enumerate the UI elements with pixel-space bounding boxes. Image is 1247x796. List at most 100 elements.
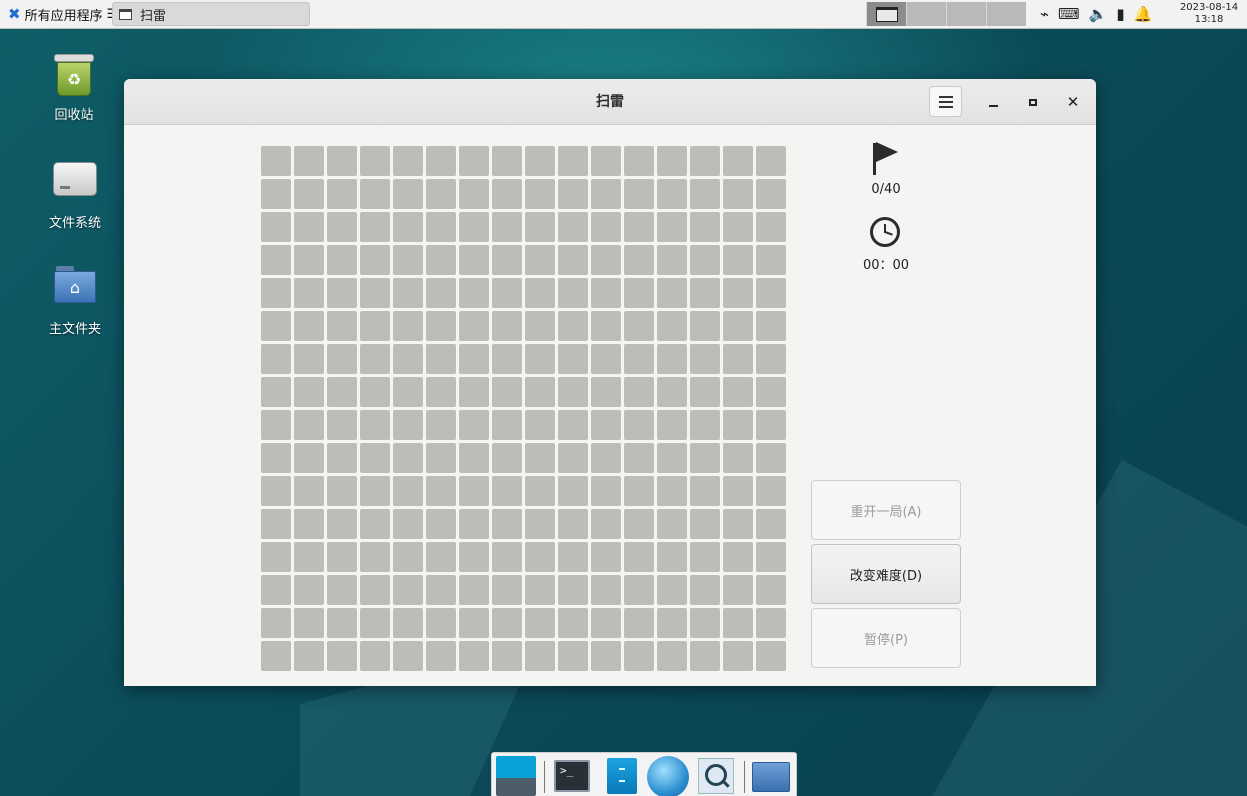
- mine-cell[interactable]: [624, 575, 654, 605]
- mine-cell[interactable]: [393, 608, 423, 638]
- mine-cell[interactable]: [756, 245, 786, 275]
- mine-cell[interactable]: [492, 509, 522, 539]
- mine-cell[interactable]: [294, 377, 324, 407]
- mine-cell[interactable]: [393, 476, 423, 506]
- mine-cell[interactable]: [261, 212, 291, 242]
- mine-cell[interactable]: [723, 410, 753, 440]
- mine-cell[interactable]: [624, 443, 654, 473]
- mine-cell[interactable]: [459, 443, 489, 473]
- mine-cell[interactable]: [360, 509, 390, 539]
- mine-cell[interactable]: [327, 311, 357, 341]
- mine-cell[interactable]: [360, 344, 390, 374]
- mine-cell[interactable]: [756, 641, 786, 671]
- mine-cell[interactable]: [723, 509, 753, 539]
- mine-cell[interactable]: [525, 443, 555, 473]
- mine-cell[interactable]: [492, 212, 522, 242]
- mine-cell[interactable]: [426, 245, 456, 275]
- mine-cell[interactable]: [525, 146, 555, 176]
- mine-cell[interactable]: [657, 641, 687, 671]
- mine-cell[interactable]: [690, 344, 720, 374]
- mine-cell[interactable]: [558, 542, 588, 572]
- mine-cell[interactable]: [492, 146, 522, 176]
- mine-cell[interactable]: [657, 212, 687, 242]
- file-manager-icon[interactable]: [607, 758, 637, 794]
- mine-cell[interactable]: [624, 245, 654, 275]
- maximize-button[interactable]: [1022, 91, 1044, 113]
- mine-cell[interactable]: [294, 245, 324, 275]
- mine-cell[interactable]: [360, 245, 390, 275]
- mine-cell[interactable]: [624, 377, 654, 407]
- mine-cell[interactable]: [723, 542, 753, 572]
- mine-cell[interactable]: [723, 344, 753, 374]
- mine-cell[interactable]: [360, 542, 390, 572]
- mine-cell[interactable]: [756, 575, 786, 605]
- mine-cell[interactable]: [624, 311, 654, 341]
- mine-cell[interactable]: [723, 179, 753, 209]
- applications-menu-button[interactable]: ✖ 所有应用程序 ☰: [4, 3, 122, 25]
- mine-cell[interactable]: [525, 179, 555, 209]
- mine-cell[interactable]: [360, 212, 390, 242]
- mine-cell[interactable]: [756, 344, 786, 374]
- restart-button[interactable]: 重开一局(A): [811, 480, 961, 540]
- mine-cell[interactable]: [657, 311, 687, 341]
- mine-cell[interactable]: [426, 641, 456, 671]
- mine-cell[interactable]: [459, 377, 489, 407]
- mine-cell[interactable]: [294, 542, 324, 572]
- mine-cell[interactable]: [690, 212, 720, 242]
- mine-cell[interactable]: [624, 344, 654, 374]
- mine-cell[interactable]: [360, 377, 390, 407]
- mine-cell[interactable]: [459, 476, 489, 506]
- mine-cell[interactable]: [294, 641, 324, 671]
- desktop-icon-filesystem[interactable]: 文件系统: [30, 158, 120, 231]
- mine-cell[interactable]: [459, 575, 489, 605]
- mine-cell[interactable]: [492, 476, 522, 506]
- volume-icon[interactable]: 🔈: [1089, 3, 1108, 25]
- mine-cell[interactable]: [723, 146, 753, 176]
- mine-cell[interactable]: [294, 311, 324, 341]
- mine-cell[interactable]: [492, 641, 522, 671]
- mine-cell[interactable]: [525, 278, 555, 308]
- mine-cell[interactable]: [393, 344, 423, 374]
- mine-cell[interactable]: [261, 443, 291, 473]
- mine-cell[interactable]: [723, 476, 753, 506]
- mine-cell[interactable]: [327, 245, 357, 275]
- mine-cell[interactable]: [525, 377, 555, 407]
- mine-cell[interactable]: [426, 146, 456, 176]
- mine-cell[interactable]: [327, 410, 357, 440]
- mine-cell[interactable]: [558, 344, 588, 374]
- mine-cell[interactable]: [393, 245, 423, 275]
- mine-cell[interactable]: [492, 245, 522, 275]
- mine-cell[interactable]: [261, 542, 291, 572]
- mine-cell[interactable]: [591, 245, 621, 275]
- mine-cell[interactable]: [558, 377, 588, 407]
- mine-cell[interactable]: [459, 278, 489, 308]
- mine-cell[interactable]: [360, 575, 390, 605]
- mine-cell[interactable]: [426, 212, 456, 242]
- mine-cell[interactable]: [459, 146, 489, 176]
- mine-cell[interactable]: [261, 377, 291, 407]
- mine-cell[interactable]: [558, 146, 588, 176]
- mine-cell[interactable]: [492, 542, 522, 572]
- mine-cell[interactable]: [690, 542, 720, 572]
- mine-cell[interactable]: [591, 476, 621, 506]
- mine-cell[interactable]: [426, 443, 456, 473]
- mine-cell[interactable]: [591, 344, 621, 374]
- mine-cell[interactable]: [525, 212, 555, 242]
- mine-cell[interactable]: [591, 311, 621, 341]
- mine-cell[interactable]: [327, 146, 357, 176]
- mine-cell[interactable]: [426, 377, 456, 407]
- close-button[interactable]: ✕: [1062, 91, 1084, 113]
- mine-cell[interactable]: [756, 278, 786, 308]
- mine-cell[interactable]: [525, 509, 555, 539]
- mine-cell[interactable]: [426, 476, 456, 506]
- mine-cell[interactable]: [723, 212, 753, 242]
- mine-cell[interactable]: [657, 542, 687, 572]
- mine-cell[interactable]: [591, 509, 621, 539]
- mine-cell[interactable]: [294, 179, 324, 209]
- mine-cell[interactable]: [393, 410, 423, 440]
- mine-cell[interactable]: [459, 608, 489, 638]
- mine-cell[interactable]: [492, 608, 522, 638]
- desktop-icon-home[interactable]: ⌂ 主文件夹: [30, 266, 120, 337]
- mine-cell[interactable]: [294, 344, 324, 374]
- mine-cell[interactable]: [657, 278, 687, 308]
